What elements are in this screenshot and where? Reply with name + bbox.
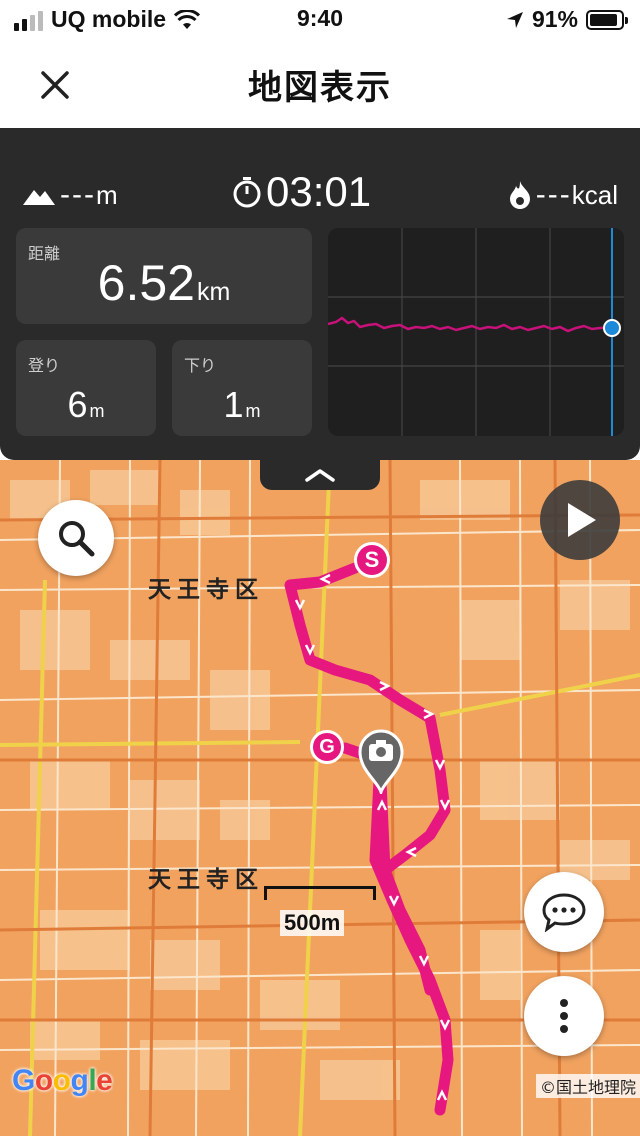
elevation-summary: --- m [22, 178, 118, 212]
search-button[interactable] [38, 500, 114, 576]
play-button[interactable] [540, 480, 620, 560]
status-right: 91% [506, 6, 628, 33]
distance-unit: km [197, 278, 231, 306]
google-logo: Google [12, 1064, 113, 1097]
elevation-cursor-dot [603, 319, 621, 337]
elevation-chart[interactable] [328, 228, 624, 436]
ascent-card: 登り 6m [16, 340, 156, 436]
map-scale: 500m [264, 882, 376, 942]
elevation-unit: m [95, 179, 118, 210]
comment-icon [542, 893, 586, 932]
more-options-button[interactable] [524, 976, 604, 1056]
district-label: 天王寺区 [148, 867, 264, 893]
distance-card: 距離 6.52km [16, 228, 312, 324]
start-marker[interactable]: S [354, 542, 390, 578]
elevation-value: --- [60, 178, 96, 211]
battery-icon [586, 9, 628, 30]
status-bar: UQ mobile 9:40 91% [0, 0, 640, 40]
nav-bar: 地図表示 [0, 40, 640, 128]
chevron-up-icon [305, 469, 335, 482]
battery-percent: 91% [531, 6, 578, 32]
flame-icon [509, 181, 530, 209]
photo-pin-icon[interactable] [356, 728, 406, 794]
page-title: 地図表示 [248, 68, 392, 108]
stats-panel: --- m 03:01 --- kcal 距離 6.52km 登り 6 m 下り… [0, 128, 640, 460]
elevation-line [328, 316, 611, 333]
calories-value: --- [535, 178, 572, 211]
map-view[interactable]: 天王寺区 天王寺区 S G 500m Google ©国土地理院 [0, 460, 640, 1136]
distance-value-wrap: 6.52km [16, 254, 312, 312]
comment-button[interactable] [524, 872, 604, 952]
elapsed-time-summary: 03:01 [232, 168, 371, 216]
elevation-chart-svg [328, 228, 624, 436]
ascent-value: 6 [67, 384, 88, 425]
more-vertical-icon [560, 999, 568, 1033]
calories-unit: kcal [571, 179, 618, 210]
ascent-unit: m [89, 401, 105, 421]
mountain-icon [23, 190, 55, 205]
distance-value: 6.52 [97, 255, 195, 311]
location-arrow-icon [506, 11, 523, 28]
scale-line [264, 886, 376, 900]
ascent-label: 登り [28, 356, 61, 375]
scale-text: 500m [280, 910, 345, 936]
calories-summary: --- kcal [508, 178, 618, 212]
summary-row: --- m 03:01 --- kcal [0, 148, 640, 215]
district-label: 天王寺区 [148, 577, 264, 603]
elapsed-time-value: 03:01 [266, 168, 372, 215]
descent-label: 下り [184, 356, 217, 375]
panel-collapse-handle[interactable] [260, 460, 380, 490]
goal-marker[interactable]: G [310, 730, 344, 764]
map-attribution: ©国土地理院 [535, 1074, 640, 1098]
play-icon [568, 503, 596, 537]
descent-value: 1 [223, 384, 244, 425]
search-icon [59, 521, 95, 557]
ascent-value-wrap: 6m [16, 384, 156, 426]
stopwatch-icon [233, 177, 261, 208]
descent-unit: m [245, 401, 261, 421]
descent-value-wrap: 1m [172, 384, 312, 426]
descent-card: 下り 1m [172, 340, 312, 436]
